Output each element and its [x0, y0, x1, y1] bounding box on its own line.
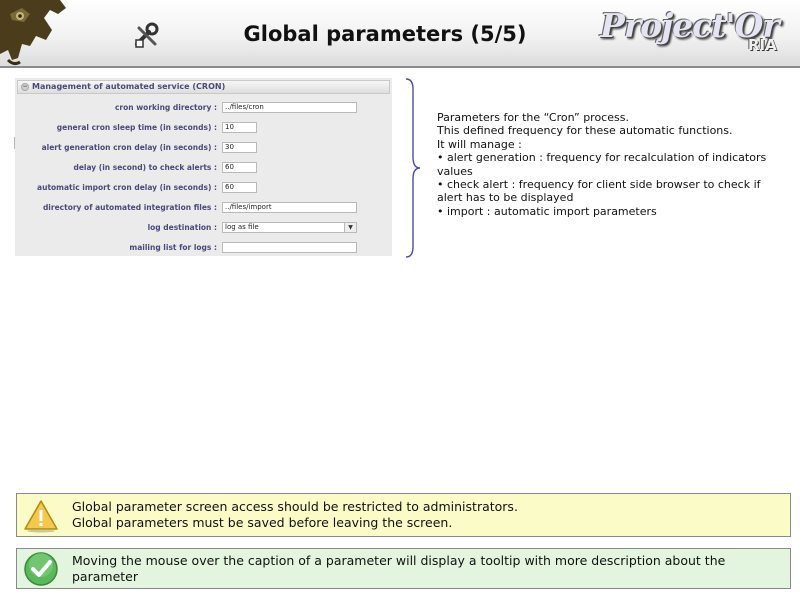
brand-logo: Project'Or RIA: [600, 6, 796, 62]
chameleon-logo-icon: [0, 0, 66, 66]
log-destination-label: log destination :: [147, 223, 217, 232]
tip-note: Moving the mouse over the caption of a p…: [16, 548, 791, 589]
panel-section-header[interactable]: − Management of automated service (CRON): [17, 80, 390, 94]
cron-settings-panel: − Management of automated service (CRON)…: [15, 78, 392, 256]
alert-generation-delay-label: alert generation cron delay (in seconds)…: [41, 143, 217, 152]
description-line: • import : automatic import parameters: [437, 204, 657, 218]
log-destination-value: log as file: [225, 223, 259, 231]
tools-icon[interactable]: [133, 22, 161, 50]
dropdown-arrow-icon[interactable]: ▼: [344, 223, 356, 232]
warning-icon: [24, 500, 58, 533]
tip-text: Moving the mouse over the caption of a p…: [72, 553, 726, 584]
checkmark-icon: [24, 552, 58, 586]
header-bar: Global parameters (5/5) Project'Or RIA: [0, 0, 800, 68]
warning-line: Global parameter screen access should be…: [72, 499, 518, 514]
cron-sleep-time-input[interactable]: 10: [222, 122, 257, 133]
alert-generation-delay-input[interactable]: 30: [222, 142, 257, 153]
curly-brace-icon: [405, 78, 421, 258]
cron-working-directory-label: cron working directory :: [114, 103, 217, 112]
log-destination-select[interactable]: log as file ▼: [222, 222, 357, 233]
import-cron-delay-input[interactable]: 60: [222, 182, 257, 193]
collapse-icon[interactable]: −: [21, 83, 29, 91]
page-title: Global parameters (5/5): [243, 22, 527, 46]
description-line: • alert generation : frequency for recal…: [437, 151, 767, 178]
description-line: • check alert : frequency for client sid…: [437, 178, 761, 205]
cron-working-directory-input[interactable]: ../files/cron: [222, 102, 357, 113]
description-line: Parameters for the “Cron” process.: [437, 111, 629, 124]
integration-files-directory-label: directory of automated integration files…: [42, 203, 217, 212]
mailing-list-label: mailing list for logs :: [129, 243, 217, 252]
import-cron-delay-label: automatic import cron delay (in seconds)…: [37, 183, 217, 192]
check-alerts-delay-label: delay (in second) to check alerts :: [73, 163, 217, 172]
panel-section-title: Management of automated service (CRON): [32, 82, 226, 91]
warning-note: Global parameter screen access should be…: [16, 493, 791, 537]
description-line: It will manage :: [437, 137, 522, 151]
brand-suffix: RIA: [748, 36, 777, 54]
parameter-description: Parameters for the “Cron” process. This …: [437, 111, 782, 218]
warning-line: Global parameters must be saved before l…: [72, 514, 453, 530]
integration-files-directory-input[interactable]: ../files/import: [222, 202, 357, 213]
check-alerts-delay-input[interactable]: 60: [222, 162, 257, 173]
mailing-list-input[interactable]: [222, 242, 357, 253]
warning-text: Global parameter screen access should be…: [72, 499, 518, 530]
cron-sleep-time-label: general cron sleep time (in seconds) :: [56, 123, 217, 132]
description-line: This defined frequency for these automat…: [437, 124, 733, 138]
